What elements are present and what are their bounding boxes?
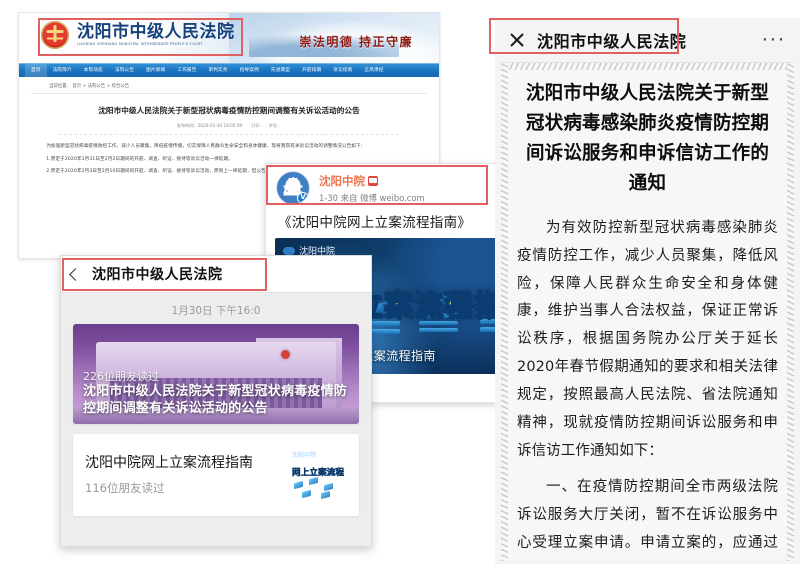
nav-item-0[interactable]: 首页	[25, 63, 47, 78]
nav-item-7[interactable]: 指导案例	[234, 64, 265, 78]
weibo-post-meta: 1-30 来自 微博 weibo.com	[319, 192, 425, 203]
torn-edge-left	[501, 63, 508, 561]
wechat-article-account: 沈阳市中级人民法院	[537, 32, 687, 51]
weibo-account-name: 沈阳中院	[319, 173, 365, 188]
chat-article-card-1[interactable]: 226位朋友读过 沈阳市中级人民法院关于新型冠状病毒疫情防控期间调整有关诉讼活动…	[73, 324, 359, 424]
thumb-title: 网上立案流程指南	[292, 468, 344, 478]
article-sheet: 沈阳市中级人民法院关于新型冠状病毒感染肺炎疫情防控期间诉讼服务和申诉信访工作的通…	[501, 62, 794, 561]
website-header: 沈阳市中级人民法院 LIAONING SHENYANG MUNICIPAL IN…	[19, 13, 439, 63]
nav-item-9[interactable]: 开庭排期	[296, 64, 327, 78]
font-size-control[interactable]: 字号：	[269, 123, 282, 129]
site-logo[interactable]: 沈阳市中级人民法院 LIAONING SHENYANG MUNICIPAL IN…	[41, 21, 235, 49]
wechat-chat-title: 沈阳市中级人民法院	[92, 267, 223, 283]
nav-item-3[interactable]: 法院公告	[109, 64, 140, 78]
page-title: 沈阳市中级人民法院关于新型冠状病毒疫情防控期间调整有关诉讼活动的公告	[98, 106, 360, 115]
nav-item-1[interactable]: 法院简介	[47, 64, 78, 78]
site-nav-bar[interactable]: 首页 法院简介 本院动态 法院公告 图片新闻 工作报告 审判实务 指导案例 先进…	[19, 63, 439, 78]
breadcrumb[interactable]: 当前位置： 首页 > 法院公告 > 综合公告	[31, 77, 427, 94]
card-title: 沈阳市中级人民法院关于新型冠状病毒疫情防控期间调整有关诉讼活动的公告	[83, 383, 348, 417]
thumb-cube-graphics	[289, 474, 347, 502]
close-icon[interactable]	[509, 33, 524, 48]
court-emblem-icon	[41, 21, 69, 49]
nav-item-6[interactable]: 审判实务	[203, 64, 234, 78]
article-paragraph: 一、在疫情防控期间全市两级法院诉讼服务大厅关闭，暂不在诉讼服务中心受理立案申请。…	[517, 479, 778, 551]
chat-article-card-2[interactable]: 沈阳中院网上立案流程指南 116位朋友读过 沈阳中院 网上立案流程指南	[73, 434, 359, 516]
verified-badge-icon: V	[297, 192, 309, 204]
topbar-left-group: 沈阳市中级人民法院	[509, 28, 686, 52]
card2-thumbnail: 沈阳中院 网上立案流程指南	[289, 446, 347, 504]
article-paragraph: 为加强新型冠状病毒疫情防控工作，减少人员聚集，降低疫情传播，切实保障人民群众生命…	[46, 144, 366, 150]
article-cover-image: 226位朋友读过 沈阳市中级人民法院关于新型冠状病毒疫情防控期间调整有关诉讼活动…	[73, 324, 359, 424]
site-brand-en: LIAONING SHENYANG MUNICIPAL INTERMEDIATE…	[77, 41, 203, 46]
print-button[interactable]: 打印	[251, 123, 259, 129]
nav-item-5[interactable]: 工作报告	[171, 64, 202, 78]
nav-item-8[interactable]: 先进典型	[265, 64, 296, 78]
card2-text-block: 沈阳中院网上立案流程指南 116位朋友读过	[85, 454, 289, 495]
article-paragraph: 为有效防控新型冠状病毒感染肺炎疫情防控工作，减少人员聚集，降低风险，保障人民群众…	[517, 219, 778, 459]
article-meta: 发布时间：2020-01-30 18:05:09 打印 字号：	[59, 123, 399, 136]
torn-edge-right	[787, 63, 794, 561]
weibo-account-name-row[interactable]: 沈阳中院	[319, 173, 425, 189]
site-brand-cn: 沈阳市中级人民法院	[77, 22, 235, 43]
nav-item-4[interactable]: 图片新闻	[140, 64, 171, 78]
card2-title: 沈阳中院网上立案流程指南	[85, 455, 253, 472]
nav-item-10[interactable]: 诉讼指南	[327, 64, 358, 78]
heart-icon	[368, 175, 378, 186]
nav-item-2[interactable]: 本院动态	[78, 64, 109, 78]
wechat-nav-bar: 沈阳市中级人民法院	[61, 256, 371, 293]
wechat-chat-panel: 沈阳市中级人民法院 1月30日 下午16:0 226位朋友读过 沈阳市中级人民法…	[60, 255, 372, 547]
avatar[interactable]: V	[276, 171, 310, 205]
thumb-watermark: 沈阳中院	[292, 452, 317, 459]
article-heading: 沈阳市中级人民法院关于新型冠状病毒感染肺炎疫情防控期间诉讼服务和申诉信访工作的通…	[525, 83, 770, 194]
card-read-count: 226位朋友读过	[83, 370, 159, 383]
torn-edge-top	[501, 63, 794, 70]
article-content: 为有效防控新型冠状病毒感染肺炎疫情防控工作，减少人员聚集，降低风险，保障人民群众…	[501, 199, 794, 561]
wechat-article-panel: 沈阳市中级人民法院 ··· 沈阳市中级人民法院关于新型冠状病毒感染肺炎疫情防控期…	[495, 18, 800, 564]
site-slogan: 崇法明德 持正守廉	[299, 35, 413, 49]
weibo-account-block: 沈阳中院 1-30 来自 微博 weibo.com	[319, 173, 425, 204]
chat-timestamp: 1月30日 下午16:0	[171, 305, 261, 317]
more-options-icon[interactable]: ···	[762, 31, 786, 50]
nav-item-11[interactable]: 正风肃纪	[358, 64, 389, 78]
publish-time: 发布时间：2020-01-30 18:05:09	[176, 123, 243, 129]
back-chevron-icon[interactable]	[69, 267, 82, 281]
wechat-article-topbar: 沈阳市中级人民法院 ···	[495, 18, 800, 62]
card2-read-count: 116位朋友读过	[85, 480, 165, 495]
